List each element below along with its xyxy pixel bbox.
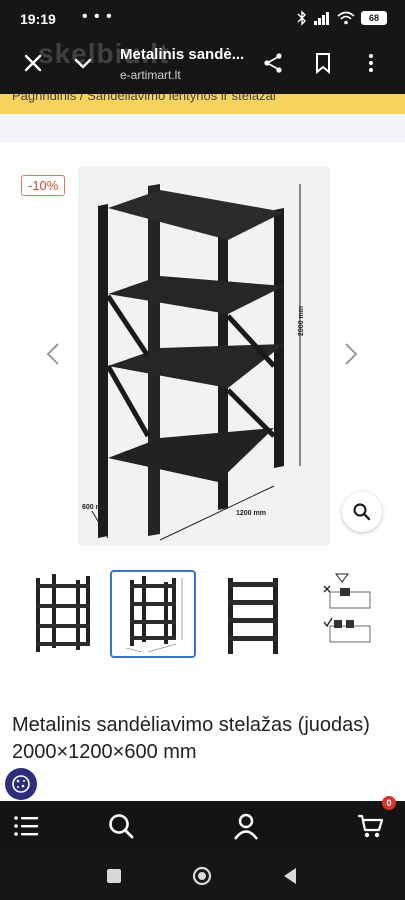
home-icon[interactable] bbox=[192, 866, 212, 886]
cart-count-badge: 0 bbox=[382, 796, 396, 810]
notification-dots-icon: • • • bbox=[82, 8, 113, 25]
share-icon[interactable] bbox=[262, 52, 284, 74]
system-nav-bar bbox=[0, 851, 405, 900]
cart-icon[interactable] bbox=[356, 812, 384, 840]
product-title: Metalinis sandėliavimo stelažas (juodas)… bbox=[12, 714, 370, 763]
menu-icon[interactable] bbox=[12, 812, 40, 840]
chevron-down-icon[interactable] bbox=[72, 52, 94, 74]
breadcrumb[interactable]: Pagrindinis / Sandėliavimo lentynos ir s… bbox=[0, 94, 405, 114]
recents-icon[interactable] bbox=[106, 868, 122, 884]
zoom-button[interactable] bbox=[342, 492, 382, 532]
back-icon[interactable] bbox=[282, 867, 298, 885]
discount-badge: -10% bbox=[21, 175, 66, 196]
thumbnail-shelf-dims-image bbox=[125, 576, 183, 653]
shelf-illustration bbox=[91, 184, 301, 541]
main-product-image[interactable]: 2000 mm 1200 mm 600 mm bbox=[78, 166, 330, 546]
depth-label: 600 mm bbox=[82, 504, 109, 511]
browser-toolbar: Metalinis sandė... e-artimart.lt bbox=[0, 38, 405, 94]
width-label: 1200 mm bbox=[236, 510, 266, 517]
status-icons: 68 bbox=[297, 10, 387, 26]
chevron-left-icon[interactable] bbox=[44, 342, 62, 366]
more-options-icon[interactable] bbox=[360, 52, 382, 74]
chevron-right-icon[interactable] bbox=[342, 342, 360, 366]
thumbnail-4[interactable] bbox=[316, 570, 402, 658]
breadcrumb-text: Pagrindinis / Sandėliavimo lentynos ir s… bbox=[12, 94, 276, 103]
bookmark-icon[interactable] bbox=[312, 52, 334, 74]
breadcrumb-spacer bbox=[0, 114, 405, 142]
wifi-icon bbox=[337, 11, 355, 25]
browser-header: 19:19 • • • 68 skelbiu.lt Metalinis sand… bbox=[0, 0, 405, 94]
page-title: Metalinis sandė... bbox=[120, 46, 245, 63]
cookie-settings-button[interactable] bbox=[5, 768, 37, 800]
signal-icon bbox=[314, 12, 329, 25]
product-gallery: -10% 2000 mm 1200 mm 600 mm bbox=[0, 142, 405, 562]
battery-icon: 68 bbox=[361, 11, 387, 25]
thumbnail-instructions-image bbox=[323, 573, 371, 643]
close-icon[interactable] bbox=[22, 52, 44, 74]
bluetooth-icon bbox=[297, 10, 306, 26]
status-time: 19:19 bbox=[20, 11, 56, 27]
magnifier-icon bbox=[353, 503, 371, 521]
thumbnail-shelf-front-image bbox=[228, 578, 278, 654]
page-domain: e-artimart.lt bbox=[120, 68, 181, 82]
thumbnail-1[interactable] bbox=[20, 570, 106, 658]
thumbnail-shelf-image bbox=[36, 574, 90, 652]
account-icon[interactable] bbox=[232, 812, 260, 840]
thumbnail-3[interactable] bbox=[210, 570, 296, 658]
cookie-icon bbox=[12, 775, 30, 793]
status-bar: 19:19 • • • 68 bbox=[0, 0, 405, 38]
height-label: 2000 mm bbox=[298, 306, 305, 336]
page: 19:19 • • • 68 skelbiu.lt Metalinis sand… bbox=[0, 0, 405, 900]
search-icon[interactable] bbox=[107, 812, 135, 840]
thumbnail-2[interactable] bbox=[110, 570, 196, 658]
thumbnail-strip bbox=[0, 570, 405, 660]
bottom-nav bbox=[0, 801, 405, 851]
